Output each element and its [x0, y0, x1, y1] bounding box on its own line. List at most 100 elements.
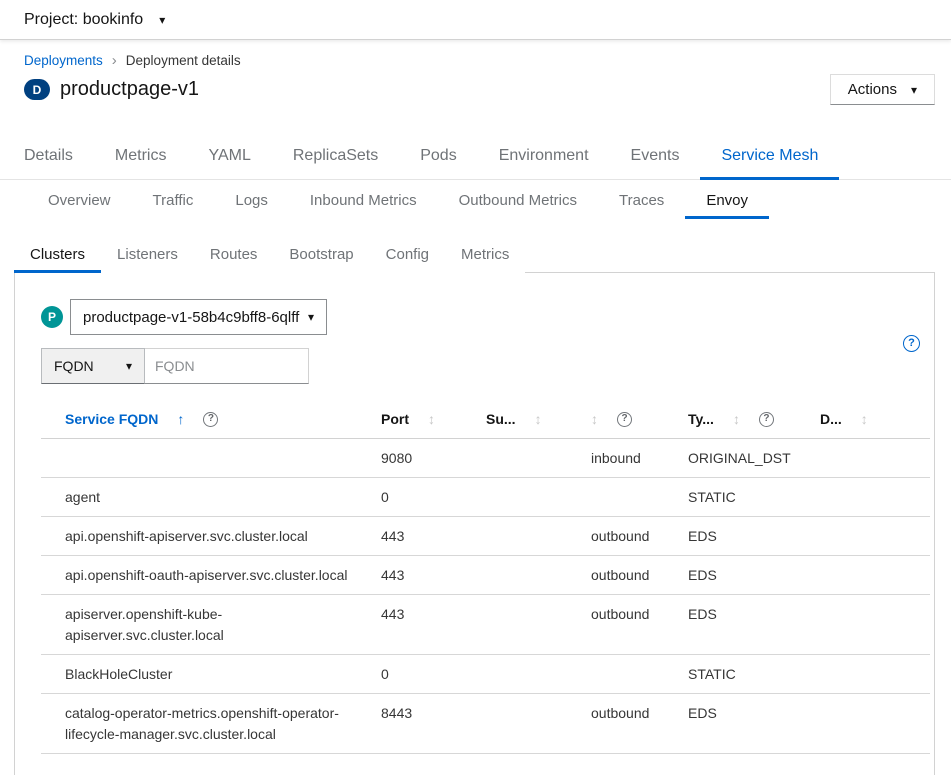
tab-yaml[interactable]: YAML — [187, 115, 271, 179]
cell-subset — [486, 478, 591, 517]
fqdn-filter-input[interactable] — [145, 348, 309, 384]
breadcrumb-separator-icon: › — [112, 52, 117, 69]
pod-badge: P — [41, 306, 63, 328]
tab-details[interactable]: Details — [3, 115, 94, 179]
cell-destination-rule — [820, 556, 930, 595]
column-header-port[interactable]: Port ↕ — [381, 400, 486, 439]
actions-button[interactable]: Actions ▾ — [830, 74, 935, 105]
breadcrumb-current: Deployment details — [126, 53, 241, 68]
envoy-section: ClustersListenersRoutesBootstrapConfigMe… — [14, 219, 935, 775]
cell-destination-rule — [820, 439, 930, 478]
column-help-icon[interactable]: ? — [759, 412, 774, 427]
cell-service-fqdn: api.openshift-apiserver.svc.cluster.loca… — [41, 517, 381, 556]
cell-destination-rule — [820, 655, 930, 694]
breadcrumb-link-deployments[interactable]: Deployments — [24, 53, 103, 68]
sort-icon[interactable]: ↕ — [861, 412, 868, 426]
tab-events[interactable]: Events — [610, 115, 701, 179]
tab-metrics[interactable]: Metrics — [94, 115, 188, 179]
tab-replicasets[interactable]: ReplicaSets — [272, 115, 399, 179]
column-label: D... — [820, 411, 842, 427]
table-row: apiserver.openshift-kube-apiserver.svc.c… — [41, 595, 930, 655]
cell-direction — [591, 478, 688, 517]
cell-service-fqdn: agent — [41, 478, 381, 517]
column-header-direction[interactable]: ↕? — [591, 400, 688, 439]
column-label: Ty... — [688, 411, 714, 427]
tab-config[interactable]: Config — [370, 219, 445, 273]
chevron-down-icon: ▾ — [308, 311, 314, 323]
tab-inbound-metrics[interactable]: Inbound Metrics — [289, 180, 438, 219]
column-header-service-fqdn[interactable]: Service FQDN ↑? — [41, 400, 381, 439]
tab-service-mesh[interactable]: Service Mesh — [700, 115, 839, 179]
deployment-badge: D — [24, 79, 50, 100]
cell-type: STATIC — [688, 478, 820, 517]
cell-service-fqdn — [41, 439, 381, 478]
tab-environment[interactable]: Environment — [478, 115, 610, 179]
tab-logs[interactable]: Logs — [214, 180, 289, 219]
tab-routes[interactable]: Routes — [194, 219, 274, 273]
filter-field-dropdown[interactable]: FQDN ▾ — [41, 348, 145, 384]
column-header-type[interactable]: Ty... ↕? — [688, 400, 820, 439]
tab-outbound-metrics[interactable]: Outbound Metrics — [438, 180, 598, 219]
sort-icon[interactable]: ↕ — [428, 412, 435, 426]
pod-selector-row: P productpage-v1-58b4c9bff8-6qlff ▾ — [41, 299, 930, 335]
column-help-icon[interactable]: ? — [617, 412, 632, 427]
sort-icon[interactable]: ↕ — [591, 412, 598, 426]
tab-traffic[interactable]: Traffic — [132, 180, 215, 219]
project-selector-label: Project: bookinfo — [24, 11, 143, 29]
column-label: Service FQDN — [65, 411, 158, 427]
tab-pods[interactable]: Pods — [399, 115, 477, 179]
project-selector[interactable]: Project: bookinfo ▾ — [24, 11, 165, 29]
cell-type: STATIC — [688, 655, 820, 694]
column-label: Su... — [486, 411, 516, 427]
sort-ascending-icon[interactable]: ↑ — [177, 412, 184, 426]
masthead: Project: bookinfo ▾ — [0, 0, 951, 40]
service-mesh-tabs: OverviewTrafficLogsInbound MetricsOutbou… — [0, 180, 951, 219]
sort-icon[interactable]: ↕ — [733, 412, 740, 426]
tab-traces[interactable]: Traces — [598, 180, 685, 219]
cell-port: 443 — [381, 517, 486, 556]
column-header-subset[interactable]: Su... ↕ — [486, 400, 591, 439]
breadcrumb: Deployments › Deployment details — [24, 52, 935, 69]
cell-direction: outbound — [591, 694, 688, 754]
sort-icon[interactable]: ↕ — [535, 412, 542, 426]
pod-selector[interactable]: productpage-v1-58b4c9bff8-6qlff ▾ — [70, 299, 327, 335]
resource-tabs: DetailsMetricsYAMLReplicaSetsPodsEnviron… — [0, 115, 951, 180]
cell-subset — [486, 556, 591, 595]
cell-direction: inbound — [591, 439, 688, 478]
help-icon[interactable]: ? — [903, 335, 920, 352]
cell-direction: outbound — [591, 517, 688, 556]
cell-direction — [591, 655, 688, 694]
chevron-down-icon: ▾ — [159, 14, 165, 26]
cell-subset — [486, 439, 591, 478]
tab-overview[interactable]: Overview — [27, 180, 132, 219]
tab-clusters[interactable]: Clusters — [14, 219, 101, 273]
page-title: D productpage-v1 — [24, 78, 199, 101]
column-label: Port — [381, 411, 409, 427]
tab-bootstrap[interactable]: Bootstrap — [273, 219, 369, 273]
tab-envoy[interactable]: Envoy — [685, 180, 769, 219]
envoy-tabs: ClustersListenersRoutesBootstrapConfigMe… — [14, 219, 935, 273]
cell-destination-rule — [820, 694, 930, 754]
cell-service-fqdn: catalog-operator-metrics.openshift-opera… — [41, 694, 381, 754]
filter-field-label: FQDN — [54, 358, 94, 374]
table-row: 9080inboundORIGINAL_DST — [41, 439, 930, 478]
cell-port: 443 — [381, 556, 486, 595]
cell-subset — [486, 595, 591, 655]
cell-destination-rule — [820, 478, 930, 517]
filter-row: FQDN ▾ — [41, 348, 930, 384]
cell-direction: outbound — [591, 556, 688, 595]
cell-type: EDS — [688, 595, 820, 655]
cell-subset — [486, 655, 591, 694]
column-help-icon[interactable]: ? — [203, 412, 218, 427]
page-title-text: productpage-v1 — [60, 78, 199, 101]
pod-selector-value: productpage-v1-58b4c9bff8-6qlff — [83, 309, 299, 326]
cell-type: EDS — [688, 517, 820, 556]
page-header: Deployments › Deployment details D produ… — [0, 40, 951, 115]
cell-direction: outbound — [591, 595, 688, 655]
cell-port: 8443 — [381, 694, 486, 754]
cell-port: 0 — [381, 478, 486, 517]
tab-metrics[interactable]: Metrics — [445, 219, 525, 273]
column-header-destination-rule[interactable]: D... ↕ — [820, 400, 930, 439]
tab-listeners[interactable]: Listeners — [101, 219, 194, 273]
cell-type: EDS — [688, 694, 820, 754]
